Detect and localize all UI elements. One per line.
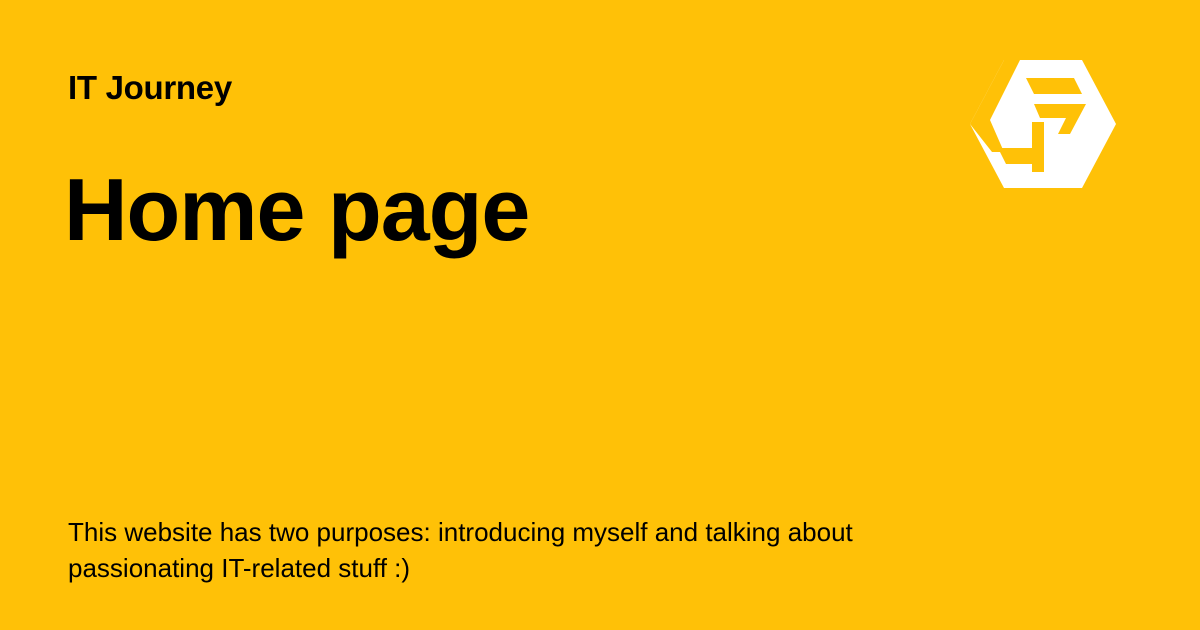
site-name: IT Journey — [68, 69, 232, 106]
page-title: Home page — [64, 160, 530, 259]
logo-cutout-top — [1026, 78, 1082, 94]
social-preview-card: IT Journey Home page This website has tw… — [0, 0, 1200, 630]
hexagon-monogram-logo-icon — [970, 60, 1116, 188]
page-description: This website has two purposes: introduci… — [68, 517, 853, 583]
logo-cutout-stem — [1032, 122, 1044, 172]
